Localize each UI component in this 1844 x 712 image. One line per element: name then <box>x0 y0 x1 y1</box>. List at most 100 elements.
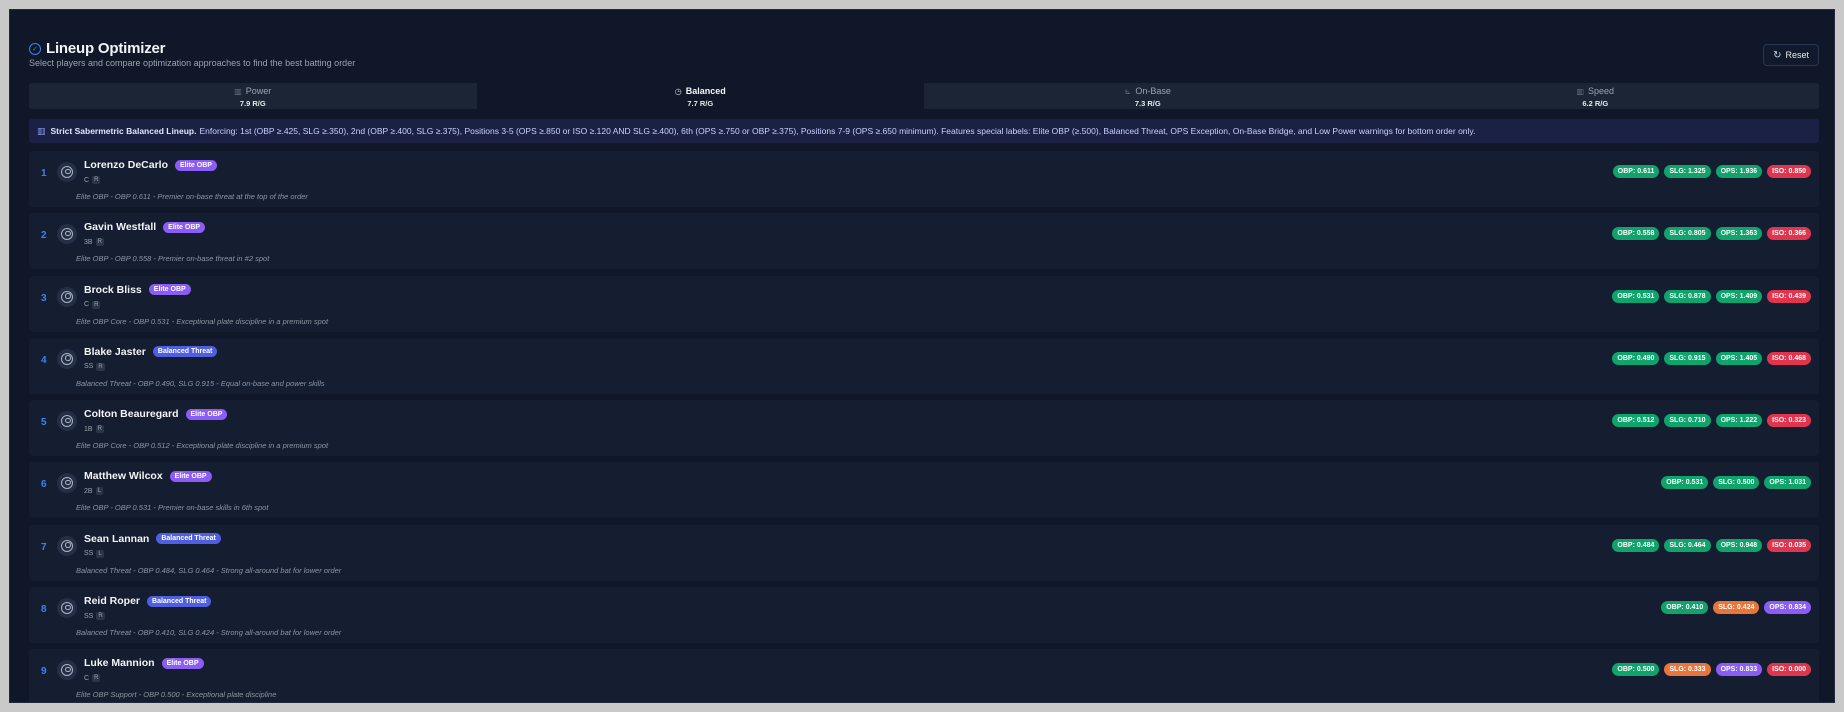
tab-runs: 7.9 R/G <box>239 99 266 108</box>
stat-badge: SLG: 0.805 <box>1664 227 1711 241</box>
player-avatar-icon <box>57 535 77 556</box>
reset-button[interactable]: ↻ Reset <box>1763 44 1819 66</box>
user-circle-icon <box>61 602 73 615</box>
lineup-list: 1 Lorenzo DeCarlo Elite OBP C R Elite OBP - O… <box>29 151 1819 702</box>
player-position: SS <box>84 363 94 371</box>
refresh-icon: ↻ <box>1773 49 1782 61</box>
stat-badges: OBP: 0.531 SLG: 0.878 OPS: 1.409 ISO: 0.439 <box>1612 289 1811 303</box>
tab-power[interactable]: ▥ Power 7.9 R/G <box>29 83 477 109</box>
player-note: Elite OBP - OBP 0.531 - Premier on-base … <box>76 503 269 513</box>
player-name-row: Brock Bliss Elite OBP <box>84 284 191 296</box>
user-circle-icon <box>61 228 73 241</box>
lineup-row[interactable]: 5 Colton Beauregard Elite OBP 1B R Elite OBP … <box>29 400 1819 457</box>
tab-on-base[interactable]: ⊾ On-Base 7.3 R/G <box>924 83 1372 109</box>
bats-hand-badge: R <box>96 612 105 621</box>
stat-badge: OBP: 0.558 <box>1612 227 1660 241</box>
bats-hand-badge: R <box>92 300 101 309</box>
player-position-row: 3B R <box>84 238 104 247</box>
player-name: Sean Lannan <box>84 532 150 545</box>
player-name-row: Reid Roper Balanced Threat <box>84 595 212 607</box>
player-avatar-icon <box>57 224 77 245</box>
player-avatar-icon <box>57 660 77 681</box>
stat-badge: OPS: 1.363 <box>1715 227 1763 241</box>
tab-header: ▥ Speed <box>1372 85 1820 97</box>
batting-order-number: 7 <box>41 541 47 553</box>
batting-order-number: 5 <box>41 417 47 429</box>
stat-badge: ISO: 0.850 <box>1767 165 1811 178</box>
stat-badges: OBP: 0.500 SLG: 0.333 OPS: 0.833 ISO: 0.000 <box>1612 663 1811 677</box>
stat-badges: OBP: 0.484 SLG: 0.464 OPS: 0.948 ISO: 0.035 <box>1612 538 1811 552</box>
batting-order-number: 4 <box>41 354 47 366</box>
player-label-badge: Balanced Threat <box>156 533 221 545</box>
bats-hand-badge: R <box>92 674 101 683</box>
stat-badge: SLG: 0.915 <box>1664 351 1711 365</box>
player-position: SS <box>84 612 94 620</box>
player-label-badge: Elite OBP <box>163 221 206 233</box>
stat-badge: OPS: 1.405 <box>1715 351 1763 365</box>
stat-badges: OBP: 0.512 SLG: 0.710 OPS: 1.222 ISO: 0.323 <box>1612 414 1811 428</box>
stat-badge: ISO: 0.000 <box>1767 663 1811 677</box>
player-name: Luke Mannion <box>84 657 155 670</box>
stat-badge: ISO: 0.323 <box>1767 414 1811 428</box>
stat-badges: OBP: 0.490 SLG: 0.915 OPS: 1.405 ISO: 0.468 <box>1612 351 1811 365</box>
lineup-row[interactable]: 7 Sean Lannan Balanced Threat SS L Balanced T… <box>29 524 1819 581</box>
line-chart-icon: ⊾ <box>1124 86 1132 96</box>
lineup-row[interactable]: 6 Matthew Wilcox Elite OBP 2B L Elite OBP - O… <box>29 462 1819 519</box>
tab-header: ◷ Balanced <box>477 85 925 97</box>
batting-order-number: 2 <box>41 230 47 242</box>
player-position-row: SS L <box>84 549 104 558</box>
player-name: Brock Bliss <box>84 283 142 296</box>
stat-badge: OBP: 0.611 <box>1612 165 1660 178</box>
stat-badges: OBP: 0.531 SLG: 0.500 OPS: 1.031 <box>1661 476 1811 490</box>
user-circle-icon <box>61 415 73 428</box>
batting-order-number: 6 <box>41 479 47 491</box>
stat-badge: SLG: 0.333 <box>1664 663 1711 677</box>
clock-icon: ◷ <box>674 86 682 96</box>
player-position-row: CR <box>84 300 101 309</box>
bar-chart-icon: ▥ <box>1576 86 1585 96</box>
player-note: Elite OBP Core - OBP 0.512 - Exceptional… <box>76 441 329 451</box>
player-note: Balanced Threat - OBP 0.490, SLG 0.915 -… <box>76 378 325 388</box>
player-name-row: Luke Mannion Elite OBP <box>84 657 204 669</box>
user-circle-icon <box>61 166 73 178</box>
stat-badge: ISO: 0.366 <box>1767 227 1811 241</box>
bar-chart-icon: ▥ <box>37 125 46 136</box>
bats-hand-badge: R <box>92 176 101 184</box>
player-position: 2B <box>84 487 93 495</box>
player-name-row: Blake Jaster Balanced Threat <box>84 346 218 358</box>
tab-speed[interactable]: ▥ Speed 6.2 R/G <box>1372 83 1820 109</box>
player-position-row: CR <box>84 176 101 184</box>
player-position-row: SS R <box>84 612 105 621</box>
strategy-info-banner: ▥ Strict Sabermetric Balanced Lineup. En… <box>29 119 1819 143</box>
player-position: 3B <box>84 238 93 246</box>
stat-badge: OBP: 0.484 <box>1612 538 1660 552</box>
stat-badge: OBP: 0.531 <box>1612 289 1660 303</box>
stat-badge: SLG: 0.878 <box>1664 289 1711 303</box>
bats-hand-badge: R <box>95 238 104 247</box>
lineup-row[interactable]: 3 Brock Bliss Elite OBP C R Elite OBP Core - … <box>29 275 1819 332</box>
stat-badge: OPS: 1.031 <box>1764 476 1811 490</box>
stat-badge: OBP: 0.531 <box>1661 476 1709 490</box>
player-position: C <box>84 674 90 682</box>
batting-order-number: 3 <box>41 292 47 304</box>
batting-order-number: 8 <box>41 604 47 616</box>
lineup-row[interactable]: 2 Gavin Westfall Elite OBP 3B R Elite OBP - O… <box>29 213 1819 270</box>
player-name-row: Colton Beauregard Elite OBP <box>84 408 228 420</box>
player-name: Matthew Wilcox <box>84 470 163 483</box>
lineup-row[interactable]: 1 Lorenzo DeCarlo Elite OBP C R Elite OBP - O… <box>29 151 1819 207</box>
player-name: Gavin Westfall <box>84 221 157 234</box>
lineup-row[interactable]: 8 Reid Roper Balanced Threat SS R Balanced Th… <box>29 587 1819 644</box>
lineup-row[interactable]: 4 Blake Jaster Balanced Threat SS R Balanced … <box>29 337 1819 394</box>
bats-hand-badge: L <box>95 487 103 496</box>
player-name-row: Matthew Wilcox Elite OBP <box>84 470 212 482</box>
tab-label: On-Base <box>1135 86 1171 96</box>
player-avatar-icon <box>57 286 77 307</box>
lineup-row[interactable]: 9 Luke Mannion Elite OBP C R Elite OBP Suppor… <box>29 649 1819 702</box>
player-label-badge: Elite OBP <box>169 470 212 482</box>
player-position-row: CR <box>84 674 101 683</box>
tab-balanced[interactable]: ◷ Balanced 7.7 R/G <box>476 83 925 109</box>
player-name-row: Gavin Westfall Elite OBP <box>84 221 206 234</box>
stat-badge: SLG: 0.424 <box>1713 601 1760 615</box>
player-position: C <box>84 176 90 184</box>
strategy-tabs: ▥ Power 7.9 R/G ◷ Balanced 7.7 R/G ⊾ On-Base 7.3… <box>29 83 1819 109</box>
